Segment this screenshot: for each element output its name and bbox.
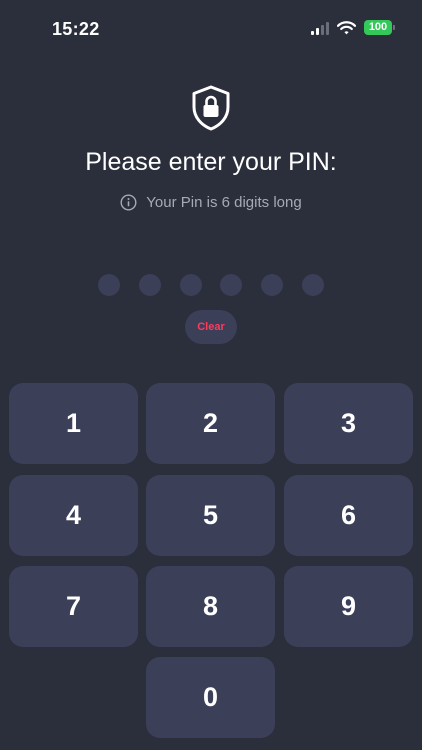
keypad-key-6[interactable]: 6: [284, 475, 413, 556]
keypad-key-3[interactable]: 3: [284, 383, 413, 464]
clear-button[interactable]: Clear: [185, 310, 237, 344]
keypad-key-2[interactable]: 2: [146, 383, 275, 464]
pin-dots: [98, 274, 324, 296]
keypad-key-8[interactable]: 8: [146, 566, 275, 647]
signal-icon: [311, 21, 329, 35]
keypad-key-1[interactable]: 1: [9, 383, 138, 464]
pin-dot: [301, 274, 324, 296]
pin-hint-text: Your Pin is 6 digits long: [146, 194, 302, 211]
keypad-key-5[interactable]: 5: [146, 475, 275, 556]
pin-dot: [98, 274, 120, 296]
wifi-icon: [337, 20, 356, 34]
status-bar: 15:22 100: [0, 0, 422, 60]
pin-dot: [179, 274, 202, 296]
pin-prompt-title: Please enter your PIN:: [85, 148, 337, 176]
keypad-key-4[interactable]: 4: [9, 475, 138, 556]
status-time: 15:22: [52, 19, 100, 39]
pin-dot: [138, 274, 161, 296]
shield-lock-icon: [192, 85, 230, 131]
status-icons: 100: [311, 20, 395, 35]
pin-hint: Your Pin is 6 digits long: [0, 194, 422, 211]
battery-icon: 100: [364, 20, 395, 35]
pin-dot: [261, 274, 284, 296]
keypad-key-0[interactable]: 0: [146, 657, 275, 738]
pin-dot: [220, 274, 243, 296]
keypad-key-7[interactable]: 7: [9, 566, 138, 647]
info-icon: [120, 194, 137, 211]
keypad-key-9[interactable]: 9: [284, 566, 413, 647]
